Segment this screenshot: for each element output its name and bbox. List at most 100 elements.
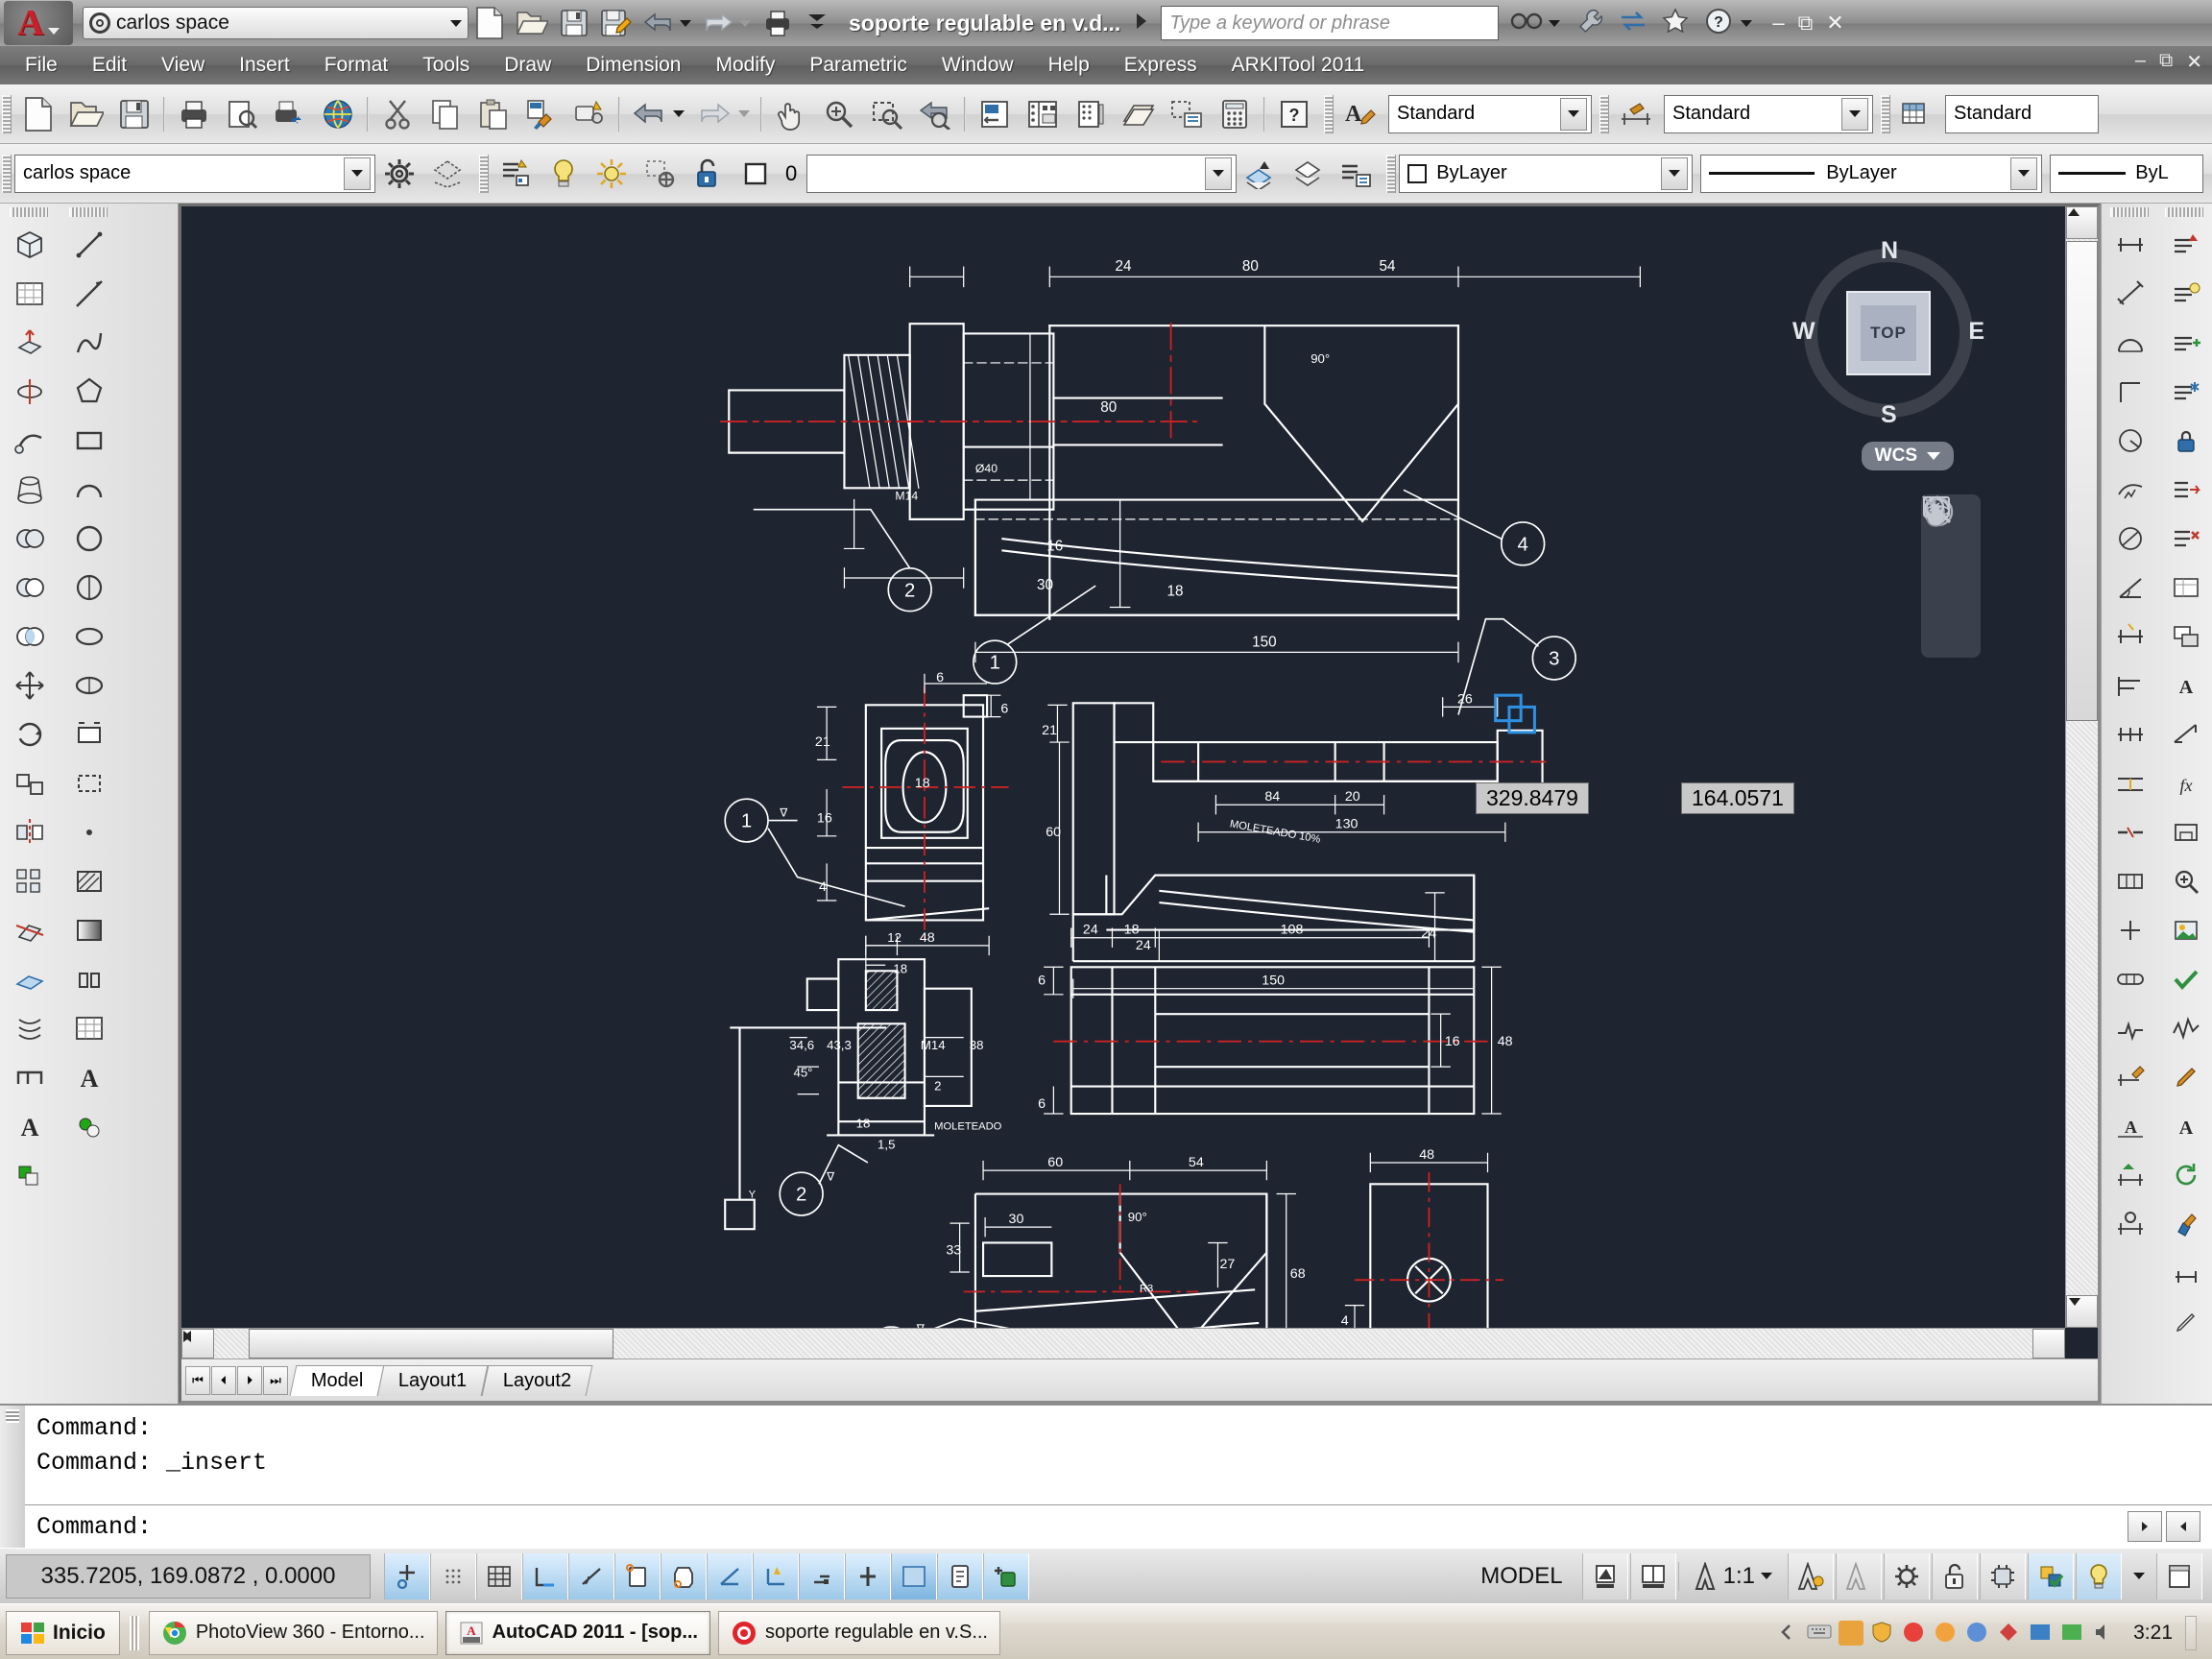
layer-merge-icon[interactable] <box>2162 466 2210 514</box>
taskbar-clock[interactable]: 3:21 <box>2133 1622 2173 1645</box>
3d-array-icon[interactable] <box>6 857 54 905</box>
quick-properties-icon[interactable] <box>937 1552 983 1599</box>
tab-layout2[interactable]: Layout2 <box>481 1364 593 1396</box>
chevron-down-icon[interactable] <box>344 156 371 190</box>
redo-icon[interactable] <box>699 4 737 42</box>
status-bar-menu-icon[interactable] <box>2133 1573 2145 1579</box>
undo-dropdown-icon[interactable] <box>673 110 685 117</box>
menu-item-express[interactable]: Express <box>1124 54 1197 77</box>
open-icon[interactable] <box>513 4 551 42</box>
undo-icon[interactable] <box>627 92 671 136</box>
dim-style-control-icon[interactable] <box>2106 1200 2154 1248</box>
layer-manager-2-icon[interactable] <box>1334 152 1379 196</box>
dim-text-edit-icon[interactable]: A <box>2106 1102 2154 1150</box>
vertical-scrollbar[interactable] <box>2065 206 2098 1328</box>
layer-extra-combo[interactable] <box>806 154 1238 193</box>
tab-layout1[interactable]: Layout1 <box>377 1364 490 1396</box>
tray-volume-icon[interactable] <box>2092 1621 2117 1646</box>
text-tool-icon[interactable]: A <box>2162 1102 2210 1150</box>
publish-icon[interactable] <box>268 92 312 136</box>
minimize-window-button[interactable]: – <box>1772 11 1784 36</box>
tab-model[interactable]: Model <box>289 1364 385 1396</box>
checkmark-icon[interactable] <box>2162 955 2210 1003</box>
transparency-icon[interactable] <box>891 1552 937 1599</box>
save-as-icon[interactable] <box>597 4 636 42</box>
doc-restore-button[interactable]: ⧉ <box>2159 50 2173 74</box>
scroll-right-button[interactable] <box>183 1329 2065 1358</box>
circle-icon[interactable] <box>65 515 113 563</box>
menu-item-parametric[interactable]: Parametric <box>809 54 907 77</box>
3d-move-icon[interactable] <box>6 661 54 709</box>
taskbar-item-soporte[interactable]: soporte regulable en v.S... <box>718 1610 1000 1655</box>
table-icon[interactable] <box>65 1004 113 1052</box>
toolbar-grip[interactable] <box>2 94 12 133</box>
object-snap-icon[interactable] <box>614 1552 661 1599</box>
revolve-icon[interactable] <box>6 368 54 416</box>
3d-align-icon[interactable] <box>6 759 54 807</box>
command-window-grip[interactable] <box>0 1406 25 1548</box>
star-icon[interactable] <box>1662 7 1689 39</box>
menu-item-insert[interactable]: Insert <box>239 54 290 77</box>
toolbar-grip[interactable] <box>9 207 48 217</box>
pencil-icon[interactable] <box>2162 1298 2210 1346</box>
table-style-combo[interactable]: Standard <box>1945 94 2099 133</box>
dimension-style-combo[interactable]: Standard <box>1664 94 1873 133</box>
helix-icon[interactable] <box>6 1004 54 1052</box>
chevron-down-icon[interactable] <box>1549 19 1561 27</box>
dim-edit-icon[interactable] <box>2106 1053 2154 1101</box>
taskbar-item-autocad[interactable]: A AutoCAD 2011 - [sop... <box>445 1610 710 1655</box>
next-layout-button[interactable]: ⏵ <box>237 1365 262 1395</box>
toolbar-grip[interactable] <box>1599 94 1609 133</box>
cut-icon[interactable] <box>375 92 420 136</box>
command-scroll-right-button[interactable] <box>2166 1511 2200 1542</box>
tray-app4-icon[interactable] <box>1965 1621 1990 1646</box>
doc-close-button[interactable]: ✕ <box>2186 50 2202 74</box>
lock-toolbars-icon[interactable] <box>1932 1552 1978 1599</box>
show-desktop-button[interactable] <box>2185 1615 2197 1650</box>
open-icon[interactable] <box>64 92 108 136</box>
dim-update-icon[interactable] <box>2106 1151 2154 1199</box>
horizontal-scroll-thumb[interactable] <box>249 1329 613 1358</box>
showmotion-icon[interactable] <box>1923 496 1972 658</box>
view-cube-north-label[interactable]: N <box>1881 237 1898 265</box>
command-scroll-left-button[interactable] <box>2128 1511 2162 1542</box>
plot-icon[interactable] <box>758 4 797 42</box>
object-snap-tracking-icon[interactable] <box>707 1552 753 1599</box>
revision-cloud-icon[interactable] <box>65 564 113 612</box>
construction-line-icon[interactable] <box>65 270 113 318</box>
application-menu-button[interactable]: A <box>4 1 73 45</box>
status-bar-bulb-icon[interactable] <box>2076 1552 2122 1599</box>
zoom-realtime-icon[interactable] <box>817 92 861 136</box>
text-style-combo[interactable]: Standard <box>1388 94 1592 133</box>
layer-previous-icon[interactable] <box>493 152 538 196</box>
layer-tools-icon[interactable] <box>2162 221 2210 269</box>
block-editor-icon[interactable] <box>567 92 612 136</box>
arc-length-icon[interactable] <box>2106 319 2154 367</box>
last-layout-button[interactable]: ⏭ <box>263 1365 288 1395</box>
command-window[interactable]: Command: Command: _insert Command: <box>0 1404 2212 1548</box>
text-style-right-icon[interactable]: A <box>2162 661 2210 709</box>
help-icon[interactable]: ? <box>1272 92 1316 136</box>
toolbar-grip[interactable] <box>2 154 12 193</box>
3d-object-snap-icon[interactable] <box>661 1552 707 1599</box>
center-mark-icon[interactable] <box>2106 906 2154 954</box>
loft-icon[interactable] <box>6 466 54 514</box>
scroll-up-button[interactable] <box>2066 206 2098 239</box>
paint-icon[interactable] <box>2162 1200 2210 1248</box>
tray-keyboard-icon[interactable] <box>1807 1621 1832 1646</box>
plot-preview-icon[interactable] <box>220 92 264 136</box>
layer-freeze-icon[interactable] <box>589 152 634 196</box>
layer-states-icon[interactable] <box>425 152 469 196</box>
chevron-down-icon[interactable] <box>2010 156 2038 190</box>
ucs-selector[interactable]: WCS <box>1861 442 1954 470</box>
tray-app1-icon[interactable] <box>1839 1620 1864 1646</box>
3dorbit-icon[interactable] <box>316 92 360 136</box>
intersect-icon[interactable] <box>6 613 54 661</box>
previous-layout-button[interactable]: ⏴ <box>211 1365 236 1395</box>
zoom-previous-icon[interactable] <box>913 92 957 136</box>
designcenter-icon[interactable] <box>1021 92 1065 136</box>
toolbar-grip[interactable] <box>1881 94 1890 133</box>
point-icon[interactable] <box>65 808 113 856</box>
toolbar-grip[interactable] <box>479 154 489 193</box>
inspection-icon[interactable] <box>2106 955 2154 1003</box>
